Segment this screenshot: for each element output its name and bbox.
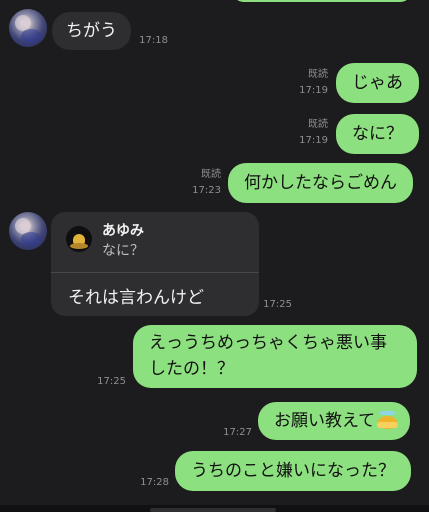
read-receipt: 既読 bbox=[201, 169, 221, 180]
message-text: お願い教えて bbox=[274, 411, 376, 431]
contact-avatar[interactable] bbox=[9, 212, 47, 250]
quoted-author-name: あゆみ bbox=[102, 223, 144, 239]
message-line-1: えっうちめっちゃくちゃ悪い事 bbox=[149, 333, 387, 353]
message-time: 17:25 bbox=[263, 299, 292, 310]
message-time: 17:23 bbox=[192, 185, 221, 196]
read-receipt: 既読 bbox=[308, 69, 328, 80]
reply-author-avatar bbox=[66, 226, 92, 252]
reply-divider bbox=[51, 272, 259, 273]
contact-avatar[interactable] bbox=[9, 9, 47, 47]
message-time: 17:28 bbox=[140, 477, 169, 488]
message-line-2: したの！？ bbox=[149, 359, 234, 379]
worried-pleading-emoji-icon bbox=[377, 411, 399, 429]
message-time: 17:19 bbox=[299, 85, 328, 96]
reply-message-text: それは言わんけど bbox=[68, 288, 204, 308]
emoji-hands bbox=[377, 422, 399, 428]
chat-thread: ちがう 17:18 既読 17:19 じゃあ 既読 17:19 なに？ 既読 1… bbox=[0, 0, 429, 512]
outgoing-message-bubble[interactable]: お願い教えて bbox=[258, 402, 411, 440]
incoming-message-bubble[interactable]: ちがう bbox=[52, 12, 131, 50]
message-time: 17:27 bbox=[223, 427, 252, 438]
avatar-figure-base bbox=[70, 243, 88, 249]
outgoing-message-bubble[interactable]: なに？ bbox=[336, 114, 419, 154]
emoji-sweat bbox=[380, 411, 396, 415]
outgoing-bubble-cut-off[interactable] bbox=[232, 0, 412, 2]
outgoing-message-bubble[interactable]: 何かしたならごめん bbox=[228, 163, 413, 203]
message-time: 17:18 bbox=[139, 35, 168, 46]
read-receipt: 既読 bbox=[308, 119, 328, 130]
outgoing-message-bubble[interactable]: えっうちめっちゃくちゃ悪い事 したの！？ bbox=[133, 325, 417, 388]
message-input-pill[interactable] bbox=[150, 508, 276, 512]
quoted-message-text[interactable]: なに？ bbox=[102, 240, 144, 260]
avatar-shadow bbox=[21, 232, 41, 246]
avatar-shadow bbox=[21, 29, 41, 43]
message-time: 17:25 bbox=[97, 376, 126, 387]
outgoing-message-bubble[interactable]: うちのこと嫌いになった？ bbox=[175, 451, 411, 491]
outgoing-message-bubble[interactable]: じゃあ bbox=[336, 63, 419, 103]
message-time: 17:19 bbox=[299, 135, 328, 146]
